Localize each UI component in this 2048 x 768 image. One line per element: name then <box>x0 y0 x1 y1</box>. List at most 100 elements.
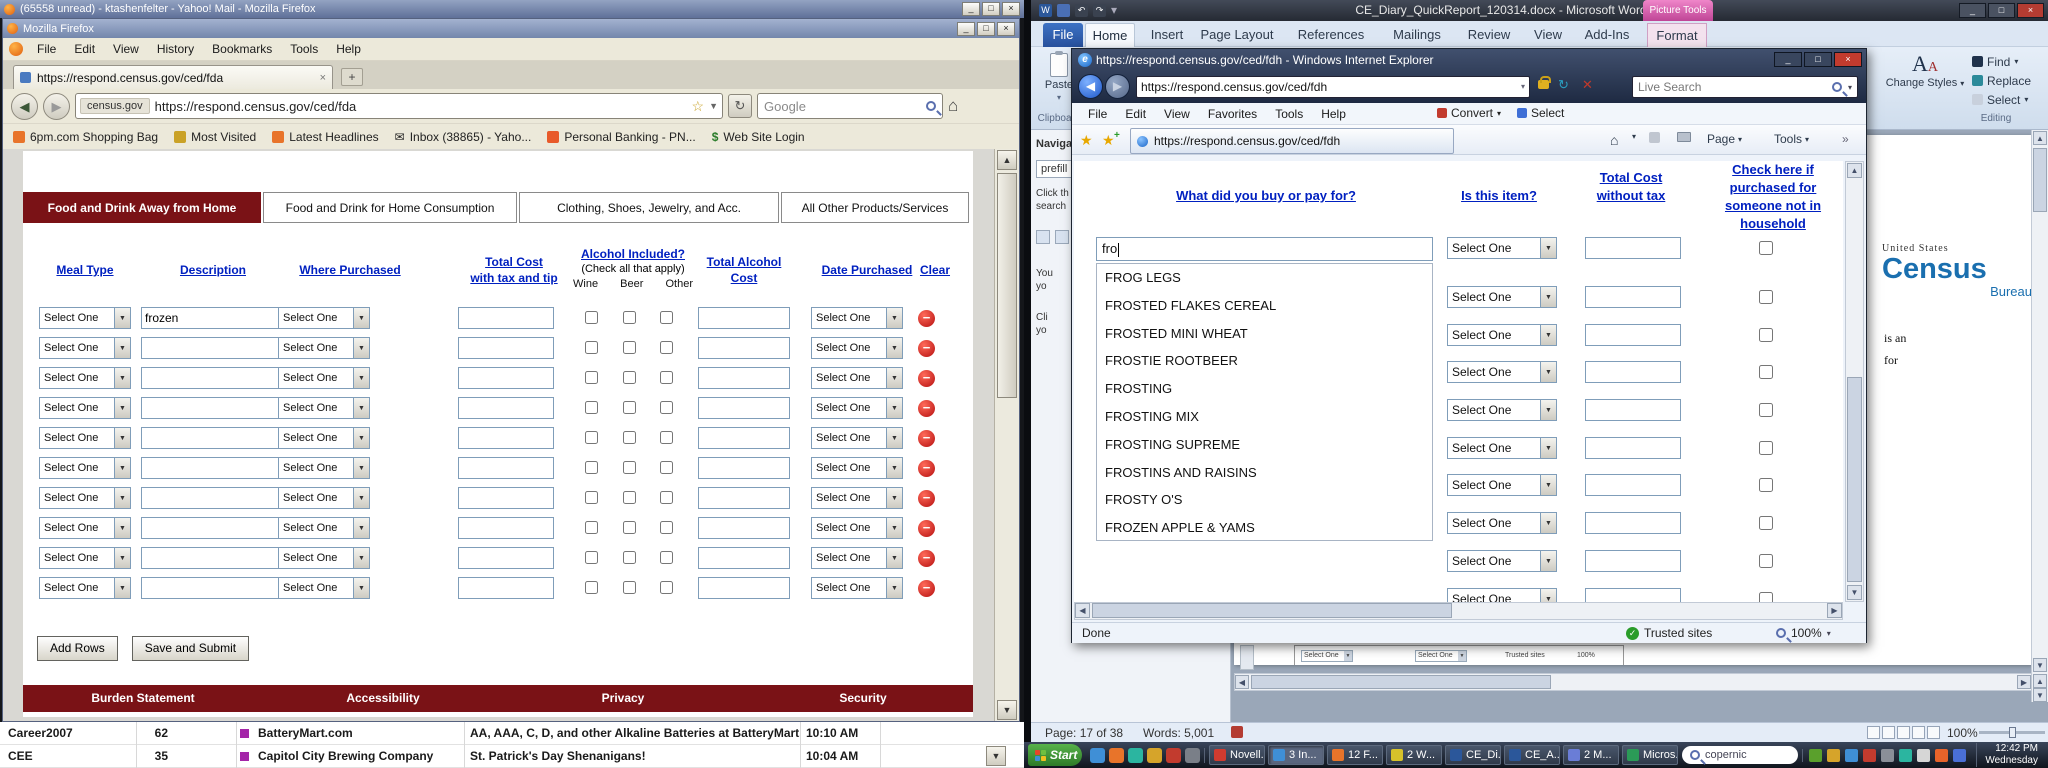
scrollbar-thumb[interactable] <box>1092 603 1452 618</box>
purchased-for-other-checkbox[interactable] <box>1759 290 1773 304</box>
minimize-button[interactable]: _ <box>1774 52 1802 67</box>
tray-icon[interactable] <box>1863 749 1876 762</box>
scroll-right-icon[interactable]: ▶ <box>1827 603 1842 618</box>
description-input[interactable] <box>141 517 285 539</box>
description-input[interactable] <box>141 487 285 509</box>
maximize-button[interactable]: □ <box>982 2 1000 16</box>
purchased-for-other-checkbox[interactable] <box>1759 554 1773 568</box>
meal-type-select[interactable]: Select One▼ <box>39 487 131 509</box>
other-checkbox[interactable] <box>660 341 673 354</box>
maximize-button[interactable]: □ <box>977 22 995 36</box>
quick-launch-icon[interactable] <box>1185 748 1200 763</box>
description-input[interactable] <box>141 427 285 449</box>
purchased-for-other-checkbox[interactable] <box>1759 241 1773 255</box>
ie-vertical-scrollbar[interactable]: ▲ ▼ <box>1845 161 1864 602</box>
ribbon-tab-view[interactable]: View <box>1525 23 1571 47</box>
beer-checkbox[interactable] <box>623 551 636 564</box>
tray-icon[interactable] <box>1899 749 1912 762</box>
menu-view[interactable]: View <box>105 40 147 58</box>
other-checkbox[interactable] <box>660 551 673 564</box>
col-total-alcohol-cost[interactable]: Total Alcohol <box>691 254 797 270</box>
page-menu-button[interactable]: Page▾ <box>1707 132 1742 146</box>
date-purchased-select[interactable]: Select One▼ <box>811 577 903 599</box>
other-checkbox[interactable] <box>660 581 673 594</box>
menu-favorites[interactable]: Favorites <box>1200 106 1265 122</box>
footer-security[interactable]: Security <box>783 691 943 705</box>
col-clear[interactable]: Clear <box>907 262 963 278</box>
col-total-cost[interactable]: Total Cost <box>451 254 577 270</box>
ribbon-tab-format[interactable]: Format <box>1647 23 1707 47</box>
footer-burden-statement[interactable]: Burden Statement <box>63 691 223 705</box>
minimize-button[interactable]: _ <box>957 22 975 36</box>
new-tab-button[interactable]: + <box>341 68 363 86</box>
tab-clothing[interactable]: Clothing, Shoes, Jewelry, and Acc. <box>519 192 779 223</box>
description-input[interactable] <box>141 457 285 479</box>
beer-checkbox[interactable] <box>623 581 636 594</box>
find-button[interactable]: Find▾ <box>1972 53 2018 70</box>
url-bar[interactable]: census.gov https://respond.census.gov/ce… <box>75 93 723 119</box>
total-alcohol-cost-input[interactable] <box>698 547 790 569</box>
zoom-slider[interactable] <box>1979 731 2045 734</box>
autocomplete-suggestion[interactable]: FROZEN APPLE & YAMS <box>1097 514 1432 541</box>
scroll-up-icon[interactable]: ▲ <box>2033 131 2047 145</box>
word-vertical-scrollbar[interactable]: ▲ ▼ ▲ ▼ <box>2031 130 2048 702</box>
nav-toolbar-icon[interactable] <box>1055 230 1069 244</box>
clear-row-button[interactable]: − <box>918 490 935 507</box>
date-purchased-select[interactable]: Select One▼ <box>811 337 903 359</box>
is-this-item-select[interactable]: Select One▼ <box>1447 361 1557 383</box>
zoom-control[interactable]: 100%▾ <box>1776 626 1831 640</box>
wine-checkbox[interactable] <box>585 551 598 564</box>
address-dropdown-icon[interactable]: ▾ <box>1521 77 1525 97</box>
is-this-item-select[interactable]: Select One▼ <box>1447 474 1557 496</box>
maximize-button[interactable]: □ <box>1804 52 1832 67</box>
col-is-this-item[interactable]: Is this item? <box>1444 187 1554 205</box>
clear-row-button[interactable]: − <box>918 460 935 477</box>
select-button[interactable]: Select▾ <box>1972 91 2028 108</box>
col-check-here[interactable]: Check here if <box>1718 161 1828 179</box>
google-search-box[interactable]: Google <box>757 93 943 119</box>
tray-icon[interactable] <box>1881 749 1894 762</box>
autocomplete-suggestion[interactable]: FROSTIE ROOTBEER <box>1097 347 1432 375</box>
email-row[interactable]: Career2007 62 BatteryMart.com AA, AAA, C… <box>0 722 1024 745</box>
where-purchased-select[interactable]: Select One▼ <box>278 577 370 599</box>
total-cost-input[interactable] <box>458 367 554 389</box>
meal-type-select[interactable]: Select One▼ <box>39 547 131 569</box>
forward-button[interactable]: ▶ <box>1105 74 1130 99</box>
redo-icon[interactable]: ↷ <box>1093 4 1106 17</box>
bookmark-item[interactable]: Most Visited <box>174 130 256 144</box>
close-button[interactable]: × <box>1834 52 1862 67</box>
stop-icon[interactable]: ✕ <box>1582 77 1593 93</box>
menu-view[interactable]: View <box>1156 106 1198 122</box>
url-text[interactable]: https://respond.census.gov/ced/fda <box>155 99 687 114</box>
purchased-for-other-checkbox[interactable] <box>1759 365 1773 379</box>
total-cost-input[interactable] <box>458 487 554 509</box>
taskbar-button[interactable]: CE_Di... <box>1445 745 1501 765</box>
scrollbar-thumb[interactable] <box>2033 148 2047 212</box>
tab-food-home[interactable]: Food and Drink for Home Consumption <box>263 192 517 223</box>
live-search-box[interactable]: Live Search ▾ <box>1632 76 1858 98</box>
tray-icon[interactable] <box>1827 749 1840 762</box>
menu-help[interactable]: Help <box>328 40 369 58</box>
wine-checkbox[interactable] <box>585 401 598 414</box>
beer-checkbox[interactable] <box>623 491 636 504</box>
forward-button[interactable]: ▶ <box>43 93 70 120</box>
tray-icon[interactable] <box>1809 749 1822 762</box>
nav-pane-scrollbar-fragment[interactable] <box>1240 645 1254 670</box>
menu-help[interactable]: Help <box>1313 106 1354 122</box>
beer-checkbox[interactable] <box>623 521 636 534</box>
total-alcohol-cost-input[interactable] <box>698 427 790 449</box>
undo-icon[interactable]: ↶ <box>1075 4 1088 17</box>
where-purchased-select[interactable]: Select One▼ <box>278 397 370 419</box>
menu-history[interactable]: History <box>149 40 202 58</box>
total-alcohol-cost-input[interactable] <box>698 487 790 509</box>
clear-row-button[interactable]: − <box>918 430 935 447</box>
scroll-left-icon[interactable]: ◀ <box>1235 675 1249 689</box>
page-scrollbar[interactable]: ▲ ▼ <box>994 149 1019 721</box>
refresh-icon[interactable]: ↻ <box>1558 77 1569 93</box>
date-purchased-select[interactable]: Select One▼ <box>811 307 903 329</box>
ie-horizontal-scrollbar[interactable]: ◀ ▶ <box>1074 602 1843 620</box>
menu-edit[interactable]: Edit <box>1117 106 1154 122</box>
autocomplete-suggestion[interactable]: FROSTED FLAKES CEREAL <box>1097 292 1432 320</box>
page-indicator[interactable]: Page: 17 of 38 <box>1045 726 1123 740</box>
print-button[interactable] <box>1677 132 1691 142</box>
